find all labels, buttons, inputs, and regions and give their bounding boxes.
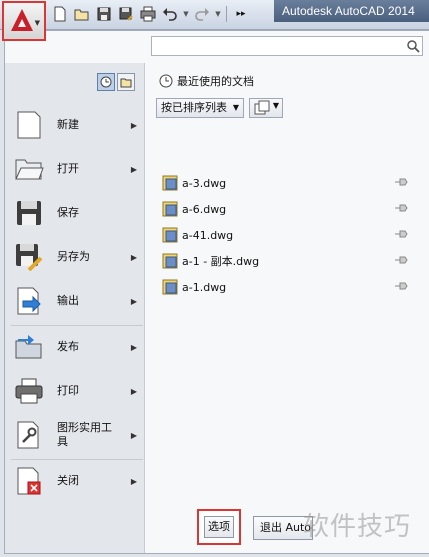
recent-file-item[interactable]: a-41.dwg [162,225,412,245]
dwg-file-icon [162,279,178,295]
menu-item-label: 发布 [57,340,79,353]
more-icon[interactable]: ▸▸ [231,5,251,23]
pin-icon[interactable] [394,255,408,265]
pin-icon[interactable] [394,177,408,187]
menu-item-label: 关闭 [57,474,79,487]
recent-documents-title: 最近使用的文档 [177,75,254,88]
title-bar: ▼ ▼ ▸▸ Autodesk AutoCAD 2014 [0,0,429,30]
recent-file-name: a-6.dwg [182,202,227,216]
menu-commands: 新建 ▶ 打开 ▶ 保存 另存为 ▶ 输出 ▶ 发布 ▶ 打印 ▶ 图形实用工具… [5,63,145,553]
printer-icon [13,373,45,409]
recent-documents-header: 最近使用的文档 [159,73,254,89]
save-icon[interactable] [94,5,114,23]
chevron-right-icon: ▶ [130,120,137,130]
recent-file-name: a-3.dwg [182,176,227,190]
view-mode-dropdown[interactable]: ▼ [249,98,283,118]
chevron-right-icon: ▶ [130,296,137,306]
new-document-icon [13,107,45,143]
chevron-down-icon: ▼ [34,19,40,27]
menu-separator [11,459,143,460]
search-input[interactable] [151,36,423,56]
clock-icon [159,74,173,88]
watermark: 软件技巧 [303,512,412,542]
redo-icon[interactable] [192,5,212,23]
close-document-icon [13,463,45,499]
toolbar-separator [226,6,227,22]
search-icon[interactable] [406,39,420,53]
dwg-file-icon [162,175,178,191]
save-icon [13,195,45,231]
dwg-file-icon [162,227,178,243]
pin-icon[interactable] [394,229,408,239]
chevron-right-icon: ▶ [130,252,137,262]
print-icon[interactable] [138,5,158,23]
recent-file-name: a-41.dwg [182,228,234,242]
chevron-right-icon: ▶ [130,386,137,396]
open-documents-icon[interactable] [117,73,135,91]
application-menu-button[interactable]: ▼ [2,1,46,41]
recent-file-item[interactable]: a-6.dwg [162,199,412,219]
save-as-icon[interactable] [116,5,136,23]
recent-file-item[interactable]: a-1.dwg [162,277,412,297]
chevron-right-icon: ▶ [130,342,137,352]
menu-item-label: 保存 [57,206,79,219]
chevron-down-icon: ▼ [232,103,239,112]
menu-item-label: 另存为 [57,250,90,263]
options-button[interactable]: 选项 [204,516,234,538]
menu-item-save-as[interactable]: 另存为 ▶ [13,237,143,277]
menu-item-open[interactable]: 打开 ▶ [13,149,143,189]
quick-access-toolbar: ▼ ▼ ▸▸ [50,4,251,24]
menu-item-close[interactable]: 关闭 ▶ [13,461,143,501]
recent-file-name: a-1 - 副本.dwg [182,255,260,268]
menu-item-label: 打印 [57,384,79,397]
recent-file-item[interactable]: a-1 - 副本.dwg [162,251,412,271]
menu-separator [11,325,143,326]
menu-item-new[interactable]: 新建 ▶ [13,105,143,145]
sort-dropdown-label: 按已排序列表 [161,101,227,114]
folder-open-icon [13,151,45,187]
icons-view-icon [254,100,270,115]
save-as-icon [13,239,45,275]
chevron-right-icon: ▶ [130,164,137,174]
view-toggle [97,73,135,91]
publish-icon [13,329,45,365]
menu-item-export[interactable]: 输出 ▶ [13,281,143,321]
autocad-logo-icon [11,9,33,31]
menu-item-label: 新建 [57,118,79,131]
menu-item-drawing-utilities[interactable]: 图形实用工具 ▶ [13,415,143,455]
menu-item-label: 输出 [57,294,79,307]
menu-item-publish[interactable]: 发布 ▶ [13,327,143,367]
drawing-utilities-icon [13,417,45,453]
application-menu: 新建 ▶ 打开 ▶ 保存 另存为 ▶ 输出 ▶ 发布 ▶ 打印 ▶ 图形实用工具… [4,30,429,554]
export-icon [13,283,45,319]
menu-item-label: 打开 [57,162,79,175]
menu-item-print[interactable]: 打印 ▶ [13,371,143,411]
dwg-file-icon [162,253,178,269]
new-icon[interactable] [50,5,70,23]
undo-dropdown-icon[interactable]: ▼ [182,10,190,18]
menu-item-label: 图形实用工具 [57,421,112,448]
options-button-highlight: 选项 [197,509,241,545]
dwg-file-icon [162,201,178,217]
sort-dropdown[interactable]: 按已排序列表 ▼ [156,98,244,118]
redo-dropdown-icon[interactable]: ▼ [214,10,222,18]
recent-documents-panel: 最近使用的文档 按已排序列表 ▼ ▼ a-3.dwg a-6.dwg a-41.dw… [146,63,429,553]
pin-icon[interactable] [394,203,408,213]
recent-file-item[interactable]: a-3.dwg [162,173,412,193]
app-title: Autodesk AutoCAD 2014 [274,0,429,22]
recent-file-name: a-1.dwg [182,280,227,294]
chevron-down-icon: ▼ [272,101,279,110]
undo-icon[interactable] [160,5,180,23]
menu-item-save[interactable]: 保存 [13,193,143,233]
chevron-right-icon: ▶ [130,430,137,440]
pin-icon[interactable] [394,281,408,291]
recent-documents-icon[interactable] [97,73,115,91]
open-icon[interactable] [72,5,92,23]
chevron-right-icon: ▶ [130,476,137,486]
